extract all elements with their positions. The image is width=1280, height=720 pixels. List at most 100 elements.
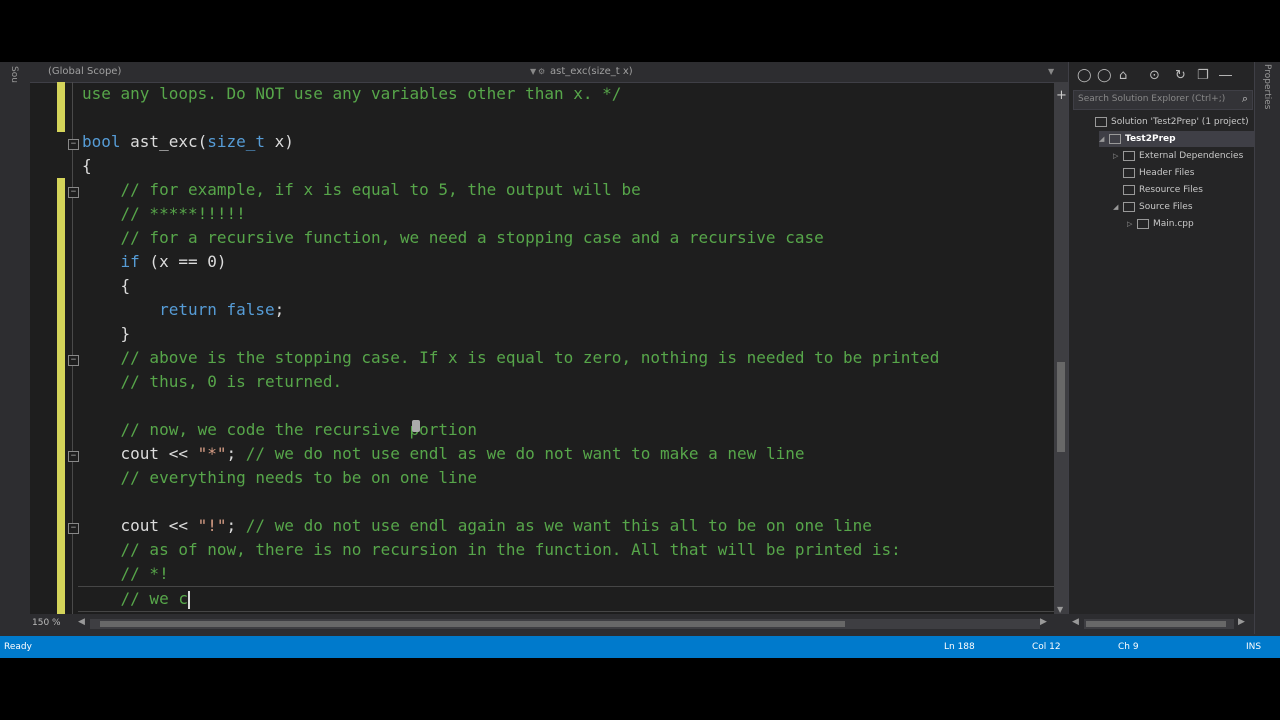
code-line[interactable]: // above is the stopping case. If x is e… — [82, 346, 940, 370]
code-line[interactable]: // for example, if x is equal to 5, the … — [82, 178, 641, 202]
collapse-all-icon[interactable]: ❐ — [1197, 68, 1209, 83]
expander-icon[interactable]: ▷ — [1127, 216, 1137, 232]
code-line[interactable]: cout << "!"; // we do not use endl again… — [82, 514, 872, 538]
code-line[interactable]: // *! — [82, 562, 169, 586]
search-box[interactable]: Search Solution Explorer (Ctrl+;) ⌕ — [1073, 90, 1253, 110]
code-comment: // we c — [120, 589, 188, 608]
tree-item[interactable]: ▷ Main.cpp — [1127, 216, 1194, 232]
code-line[interactable]: } — [82, 322, 131, 346]
code-line[interactable]: if (x == 0) — [82, 250, 227, 274]
tree-item[interactable]: Header Files — [1113, 165, 1194, 181]
outline-gutter — [72, 82, 73, 614]
code-comment: // we do not use endl again as we want t… — [245, 516, 872, 535]
status-insert-mode: INS — [1246, 642, 1262, 652]
tree-item[interactable]: ◢ Source Files — [1113, 199, 1193, 215]
collapse-icon[interactable]: − — [68, 139, 79, 150]
code-line[interactable]: use any loops. Do NOT use any variables … — [82, 82, 621, 106]
tree-item-label: Source Files — [1139, 202, 1193, 212]
code-text: ; — [274, 300, 285, 319]
scroll-thumb[interactable] — [1086, 621, 1226, 627]
status-column: Col 12 — [1032, 642, 1061, 652]
tree-item-label: Solution 'Test2Prep' (1 project) — [1111, 117, 1249, 127]
home-icon[interactable]: ⌂ — [1119, 68, 1127, 83]
tree-item[interactable]: Solution 'Test2Prep' (1 project) — [1085, 114, 1249, 130]
tree-item-label: Main.cpp — [1153, 219, 1194, 229]
collapse-icon[interactable]: − — [68, 451, 79, 462]
tree-item[interactable]: ▷ External Dependencies — [1113, 148, 1243, 164]
code-comment: // everything needs to be on one line — [120, 468, 477, 487]
solution-explorer-toolbar: ◯ ◯ ⌂ ⊙ ↻ ❐ ― — [1069, 66, 1255, 88]
code-line[interactable]: { — [82, 274, 131, 298]
collapse-icon[interactable]: − — [68, 187, 79, 198]
status-ready: Ready — [4, 642, 32, 652]
code-line[interactable]: // thus, 0 is returned. — [82, 370, 343, 394]
pending-changes-icon[interactable]: ⊙ — [1149, 68, 1160, 83]
code-line[interactable]: cout << "*"; // we do not use endl as we… — [82, 442, 805, 466]
collapse-icon[interactable]: − — [68, 523, 79, 534]
scope-dropdown[interactable]: (Global Scope) — [48, 66, 121, 77]
chevron-down-icon[interactable]: ▼ — [530, 67, 536, 76]
expander-icon[interactable]: ◢ — [1099, 131, 1109, 147]
zoom-level[interactable]: 150 % — [32, 618, 61, 628]
horizontal-scrollbar[interactable] — [1084, 619, 1234, 629]
navigation-bar: (Global Scope) ▼ ⚙ ast_exc(size_t x) ▼ — [30, 62, 1068, 83]
folder-icon — [1123, 167, 1135, 178]
scroll-thumb[interactable] — [1057, 362, 1065, 452]
horizontal-scrollbar[interactable] — [90, 619, 1040, 629]
properties-icon[interactable]: ― — [1219, 68, 1232, 83]
code-string: "*" — [197, 444, 227, 463]
scroll-left-icon[interactable]: ◀ — [1072, 617, 1079, 627]
properties-tab[interactable]: Properties — [1262, 64, 1272, 109]
scroll-thumb[interactable] — [100, 621, 845, 627]
code-keyword: if — [120, 252, 140, 271]
code-comment: // above is the stopping case. If x is e… — [120, 348, 940, 367]
code-line[interactable]: return false; — [82, 298, 284, 322]
tree-item[interactable]: ◢ Test2Prep — [1099, 131, 1255, 147]
code-line[interactable]: { — [82, 154, 92, 178]
code-line[interactable]: // everything needs to be on one line — [82, 466, 477, 490]
code-string: "!" — [197, 516, 227, 535]
code-keyword: false — [226, 300, 275, 319]
chevron-down-icon[interactable]: ▼ — [1048, 67, 1054, 76]
search-input[interactable]: Search Solution Explorer (Ctrl+;) — [1078, 94, 1226, 104]
code-editor[interactable]: (Global Scope) ▼ ⚙ ast_exc(size_t x) ▼ −… — [30, 62, 1068, 634]
text-caret — [187, 590, 190, 609]
refresh-icon[interactable]: ↻ — [1175, 68, 1186, 83]
source-control-tab[interactable]: Sou — [9, 66, 19, 83]
search-icon[interactable]: ⌕ — [1242, 92, 1248, 106]
folder-icon — [1123, 201, 1135, 212]
forward-icon[interactable]: ◯ — [1097, 68, 1112, 83]
code-line[interactable]: // *****!!!!! — [82, 202, 246, 226]
member-dropdown[interactable]: ast_exc(size_t x) — [550, 66, 633, 77]
status-char: Ch 9 — [1118, 642, 1139, 652]
code-comment: // as of now, there is no recursion in t… — [120, 540, 901, 559]
code-text-area[interactable]: − − − − − use any loops. Do NOT use any … — [30, 82, 1054, 614]
code-line[interactable]: // as of now, there is no recursion in t… — [82, 538, 901, 562]
back-icon[interactable]: ◯ — [1077, 68, 1092, 83]
collapse-icon[interactable]: − — [68, 355, 79, 366]
code-line[interactable]: bool ast_exc(size_t x) — [82, 130, 294, 154]
expander-icon[interactable]: ▷ — [1113, 148, 1123, 164]
code-line[interactable]: // for a recursive function, we need a s… — [82, 226, 824, 250]
scroll-left-icon[interactable]: ◀ — [78, 617, 85, 627]
tree-item[interactable]: Resource Files — [1113, 182, 1203, 198]
code-line[interactable]: // we c — [78, 586, 1054, 612]
tree-item-label: Header Files — [1139, 168, 1195, 178]
code-comment: use any loops. Do NOT use any variables … — [82, 84, 622, 103]
split-view-icon[interactable]: + — [1056, 88, 1067, 103]
code-text: { — [82, 276, 131, 295]
tree-item-label: Test2Prep — [1125, 134, 1176, 144]
scroll-down-icon[interactable]: ▼ — [1057, 605, 1063, 614]
code-text: } — [82, 324, 131, 343]
scroll-right-icon[interactable]: ▶ — [1040, 617, 1047, 627]
code-comment: // now, we code the recursive portion — [120, 420, 477, 439]
vertical-scrollbar[interactable]: + ▼ — [1054, 82, 1068, 614]
scroll-right-icon[interactable]: ▶ — [1238, 617, 1245, 627]
expander-icon[interactable]: ◢ — [1113, 199, 1123, 215]
code-comment: // for example, if x is equal to 5, the … — [120, 180, 641, 199]
